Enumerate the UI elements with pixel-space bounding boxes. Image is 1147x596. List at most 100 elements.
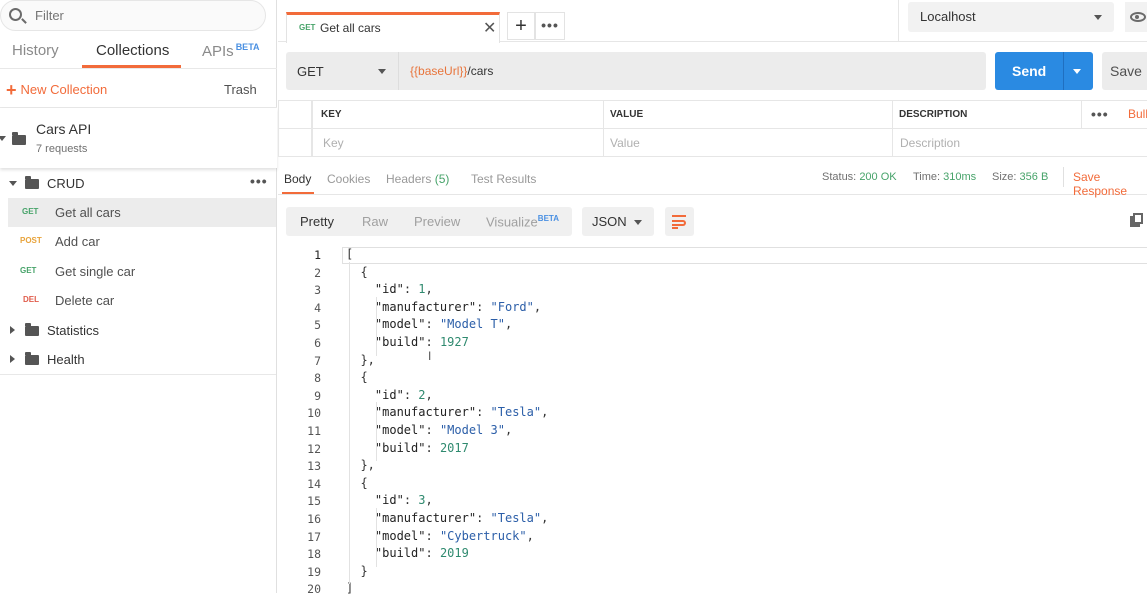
save-button[interactable]: Save xyxy=(1102,52,1147,90)
text-cursor-icon: I xyxy=(428,349,432,363)
trash-link[interactable]: Trash xyxy=(224,82,257,97)
request-name: Get single car xyxy=(55,264,136,279)
request-item[interactable]: GET Get single car xyxy=(0,257,276,286)
plus-icon: + xyxy=(6,80,17,100)
wrap-lines-button[interactable] xyxy=(665,207,694,236)
request-item[interactable]: GET Get all cars xyxy=(8,198,276,227)
folder-crud[interactable]: CRUD ••• xyxy=(0,170,276,196)
code-line: "build": 2017 xyxy=(374,440,469,455)
method-badge: POST xyxy=(20,236,42,245)
code-line: [ xyxy=(346,247,354,261)
plus-icon: + xyxy=(515,15,527,37)
code-line: "build": 2019 xyxy=(374,546,469,561)
divider xyxy=(0,68,277,69)
tab-apis[interactable]: APIs BETA xyxy=(202,42,260,60)
filter-input[interactable] xyxy=(33,7,233,24)
request-item[interactable]: POST Add car xyxy=(0,227,276,256)
tab-test-results[interactable]: Test Results xyxy=(471,172,536,186)
format-pretty[interactable]: Pretty xyxy=(300,214,334,229)
filter-box[interactable] xyxy=(0,0,266,31)
tab-title: Get all cars xyxy=(320,21,381,35)
response-size: Size: 356 B xyxy=(992,171,1049,183)
more-tabs-button[interactable]: ••• xyxy=(535,12,565,40)
more-icon[interactable]: ••• xyxy=(250,173,268,189)
current-line-highlight xyxy=(342,247,1147,264)
environment-select[interactable]: Localhost xyxy=(908,2,1114,32)
line-number: 11 xyxy=(307,424,321,438)
method-select[interactable]: GET xyxy=(286,52,399,90)
table-header-key: KEY xyxy=(312,100,604,129)
save-response-button[interactable]: Save Response xyxy=(1073,170,1147,198)
collection-cars-api[interactable] xyxy=(0,108,277,168)
table-header-actions: ••• Bulk xyxy=(1081,100,1147,129)
beta-badge: BETA xyxy=(235,42,260,52)
new-collection-button[interactable]: + New Collection xyxy=(6,80,107,101)
url-variable: {{baseUrl}} xyxy=(410,64,468,78)
line-number: 12 xyxy=(307,441,321,456)
code-line: "model": "Cybertruck", xyxy=(374,528,534,543)
search-icon xyxy=(9,8,22,21)
collection-name: Cars API xyxy=(36,121,92,137)
copy-icon[interactable] xyxy=(1130,213,1143,227)
table-header-value: VALUE xyxy=(603,100,893,129)
tab-headers[interactable]: Headers (5) xyxy=(386,172,449,186)
line-number: 7 xyxy=(314,353,321,368)
format-toolbar: Pretty Raw Preview VisualizeBETA xyxy=(286,207,572,236)
tab-cookies[interactable]: Cookies xyxy=(327,172,370,186)
response-time: Time: 310ms xyxy=(913,171,977,183)
code-line: "model": "Model 3", xyxy=(374,423,513,437)
chevron-down-icon[interactable] xyxy=(1073,69,1081,74)
request-name: Add car xyxy=(55,234,100,249)
param-key-input[interactable]: Key xyxy=(312,128,604,157)
method-badge: GET xyxy=(20,266,37,275)
param-value-input[interactable]: Value xyxy=(603,128,893,157)
beta-badge: BETA xyxy=(537,214,559,223)
line-number: 8 xyxy=(314,371,321,386)
url-path: /cars xyxy=(467,64,494,78)
chevron-right-icon xyxy=(10,326,15,334)
folder-statistics[interactable]: Statistics xyxy=(0,317,276,343)
line-number: 14 xyxy=(307,476,321,491)
request-name: Get all cars xyxy=(55,205,121,220)
environment-quick-look-button[interactable] xyxy=(1125,2,1147,32)
format-preview[interactable]: Preview xyxy=(414,214,460,229)
more-icon[interactable]: ••• xyxy=(1091,106,1109,122)
more-icon: ••• xyxy=(541,17,559,33)
send-button[interactable]: Send xyxy=(995,52,1093,90)
request-item[interactable]: DEL Delete car xyxy=(0,286,276,315)
chevron-down-icon xyxy=(9,181,17,186)
method-badge: DEL xyxy=(23,295,39,304)
code-line: }, xyxy=(346,352,375,367)
line-number: 18 xyxy=(307,547,321,562)
table-cell xyxy=(278,128,312,157)
language-select[interactable]: JSON xyxy=(582,207,654,236)
table-header-description: DESCRIPTION xyxy=(892,100,1082,129)
code-line: "model": "Model T", xyxy=(374,317,513,332)
close-icon[interactable]: ✕ xyxy=(483,18,496,38)
format-raw[interactable]: Raw xyxy=(362,214,388,229)
tab-collections[interactable]: Collections xyxy=(96,42,169,59)
collection-count: 7 requests xyxy=(36,143,88,155)
tab-history[interactable]: History xyxy=(12,42,59,59)
line-number: 5 xyxy=(314,318,321,333)
folder-health[interactable]: Health xyxy=(0,346,276,372)
format-visualize[interactable]: VisualizeBETA xyxy=(486,214,559,229)
divider xyxy=(278,194,1147,195)
request-name: Delete car xyxy=(55,293,115,308)
line-number: 16 xyxy=(307,512,321,526)
line-number: 13 xyxy=(307,459,321,474)
param-description-input[interactable]: Description xyxy=(892,128,1147,157)
line-number: 17 xyxy=(307,529,321,544)
request-tab[interactable]: GET Get all cars ✕ xyxy=(286,12,500,43)
url-input[interactable]: {{baseUrl}}/cars xyxy=(399,52,986,90)
folder-icon xyxy=(12,132,26,145)
line-number: 2 xyxy=(314,265,321,280)
chevron-down-icon xyxy=(378,69,386,74)
code-line: }, xyxy=(346,458,375,473)
line-number: 3 xyxy=(314,283,321,298)
tab-body[interactable]: Body xyxy=(284,172,311,186)
bulk-edit-link[interactable]: Bulk xyxy=(1128,107,1147,121)
line-number: 9 xyxy=(314,388,321,403)
divider xyxy=(1063,167,1064,187)
new-tab-button[interactable]: + xyxy=(507,12,535,40)
